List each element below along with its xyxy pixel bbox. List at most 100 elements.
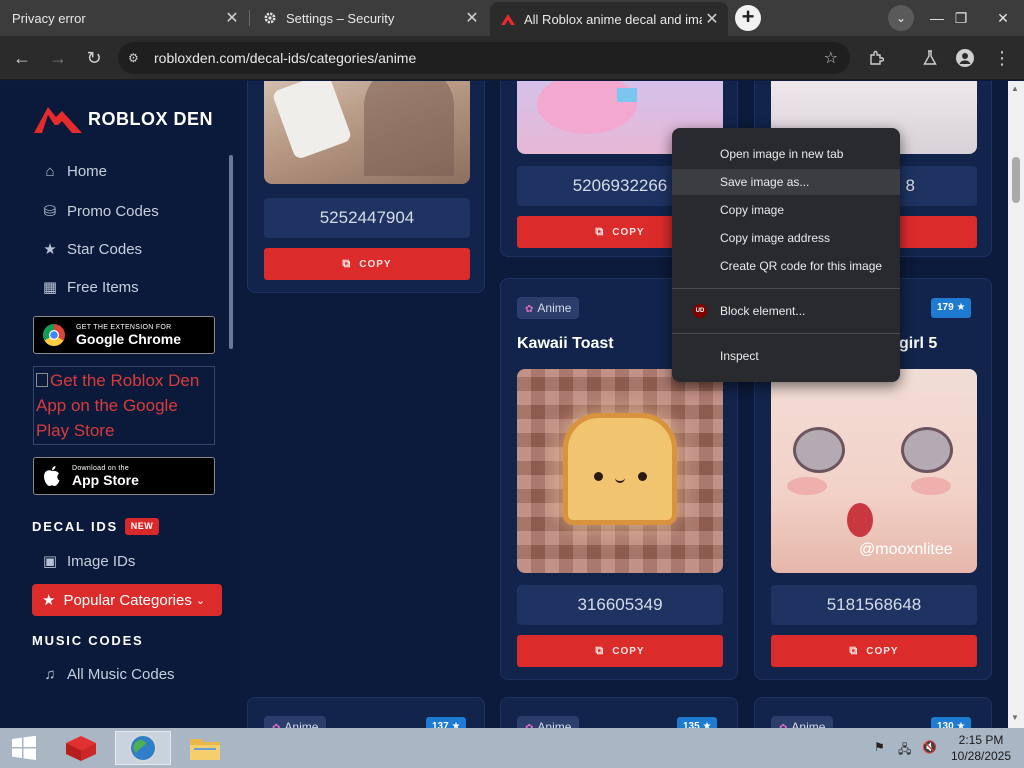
page-scrollbar[interactable]: ▲ ▼ bbox=[1008, 81, 1024, 728]
profile-avatar-icon[interactable] bbox=[951, 44, 979, 72]
copy-button[interactable]: ⧉ COPY bbox=[264, 248, 470, 280]
sidebar-scrollbar[interactable] bbox=[229, 155, 233, 349]
toast-shape bbox=[563, 413, 677, 525]
decal-id[interactable]: 316605349 bbox=[517, 585, 723, 625]
taskbar-app-roblox-studio[interactable] bbox=[58, 731, 104, 765]
taskbar-app-file-explorer[interactable] bbox=[182, 731, 228, 765]
menu-inspect[interactable]: Inspect bbox=[672, 343, 900, 369]
nav-label: Image IDs bbox=[67, 552, 136, 570]
app-store-badge[interactable]: Download on the App Store bbox=[33, 457, 215, 495]
reload-button[interactable]: ↻ bbox=[80, 44, 108, 72]
decal-title[interactable]: Kawaii Toast bbox=[517, 335, 614, 353]
browser-toolbar: ← → ↻ ⚙ robloxden.com/decal-ids/categori… bbox=[0, 36, 1024, 80]
tab-search-button[interactable]: ⌄ bbox=[888, 5, 914, 31]
broken-image-icon bbox=[36, 373, 48, 387]
google-play-badge-alt[interactable]: Get the Roblox Den App on the Google Pla… bbox=[33, 366, 215, 445]
menu-copy-image[interactable]: Copy image bbox=[672, 197, 900, 223]
volume-muted-icon[interactable]: 🔇 bbox=[922, 740, 937, 754]
forward-button[interactable]: → bbox=[44, 44, 72, 72]
labs-flask-icon[interactable] bbox=[916, 44, 944, 72]
category-tag[interactable]: ✿Anime bbox=[264, 716, 327, 728]
copy-button[interactable]: ⧉ COPY bbox=[771, 635, 977, 667]
likes-count-badge[interactable]: 130 ★ bbox=[931, 717, 972, 728]
music-note-icon: ♫ bbox=[44, 666, 56, 683]
gear-icon bbox=[262, 10, 278, 26]
network-icon[interactable]: 🖧 bbox=[898, 740, 911, 761]
decal-card: ✿Anime 130 ★ bbox=[754, 697, 992, 728]
site-logo[interactable]: ROBLOX DEN bbox=[32, 103, 213, 135]
menu-copy-image-address[interactable]: Copy image address bbox=[672, 225, 900, 251]
nav-star-codes[interactable]: ★ Star Codes bbox=[40, 240, 142, 259]
home-icon: ⌂ bbox=[45, 163, 55, 180]
menu-create-qr-code[interactable]: Create QR code for this image bbox=[672, 253, 900, 279]
tab-privacy-error[interactable]: Privacy error ✕ bbox=[0, 0, 248, 36]
copy-icon: ⧉ bbox=[342, 257, 352, 270]
decal-card: ✿Anime 137 ★ bbox=[247, 697, 485, 728]
decal-image[interactable] bbox=[517, 369, 723, 573]
image-icon: ▣ bbox=[42, 553, 58, 570]
chevron-down-icon: ⌄ bbox=[195, 594, 206, 607]
chrome-logo-icon bbox=[43, 324, 65, 346]
popular-label: Popular Categories bbox=[63, 591, 192, 609]
start-button[interactable] bbox=[0, 731, 48, 765]
copy-icon: ⧉ bbox=[595, 225, 605, 238]
system-clock[interactable]: 2:15 PM 10/28/2025 bbox=[946, 732, 1016, 764]
tag-label: Anime bbox=[537, 301, 572, 315]
close-window-button[interactable]: ✕ bbox=[986, 0, 1020, 36]
site-info-icon[interactable]: ⚙ bbox=[128, 51, 150, 65]
url-text: robloxden.com/decal-ids/categories/anime bbox=[154, 50, 417, 66]
menu-open-image-new-tab[interactable]: Open image in new tab bbox=[672, 141, 900, 167]
category-tag[interactable]: ✿Anime bbox=[517, 716, 580, 728]
category-tag[interactable]: ✿Anime bbox=[771, 716, 834, 728]
close-icon[interactable]: ✕ bbox=[222, 8, 242, 28]
decal-image[interactable] bbox=[264, 81, 470, 184]
sidebar: ROBLOX DEN ⌂ Home ⛁ Promo Codes ★ Star C… bbox=[0, 81, 240, 728]
tab-settings-security[interactable]: Settings – Security ✕ bbox=[250, 0, 488, 36]
nav-image-ids[interactable]: ▣ Image IDs bbox=[40, 552, 136, 571]
nav-home[interactable]: ⌂ Home bbox=[40, 163, 107, 180]
menu-block-element[interactable]: Block element... bbox=[672, 298, 900, 324]
bookmark-star-icon[interactable]: ☆ bbox=[824, 48, 838, 68]
extensions-icon[interactable] bbox=[862, 44, 890, 72]
address-bar[interactable]: ⚙ robloxden.com/decal-ids/categories/ani… bbox=[118, 42, 850, 74]
decal-title[interactable]: girl 5 bbox=[899, 335, 937, 353]
action-center-flag-icon[interactable]: ⚑ bbox=[874, 740, 885, 754]
tag-label: Anime bbox=[791, 720, 826, 728]
category-tag[interactable]: ✿Anime bbox=[517, 297, 580, 319]
likes-count-badge[interactable]: 137 ★ bbox=[426, 717, 467, 728]
decal-image[interactable]: @mooxnlitee bbox=[771, 369, 977, 573]
tag-label: Anime bbox=[284, 720, 319, 728]
popular-categories-button[interactable]: ★ Popular Categories ⌄ bbox=[32, 584, 222, 616]
decal-card: 5252447904 ⧉ COPY bbox=[247, 81, 485, 293]
star-icon: ★ bbox=[956, 302, 966, 313]
scroll-thumb[interactable] bbox=[1012, 157, 1020, 203]
decal-id[interactable]: 5181568648 bbox=[771, 585, 977, 625]
close-icon[interactable]: ✕ bbox=[462, 8, 482, 28]
nav-all-music-codes[interactable]: ♫ All Music Codes bbox=[40, 666, 175, 683]
menu-separator bbox=[672, 333, 900, 334]
scroll-up-arrow-icon[interactable]: ▲ bbox=[1011, 84, 1019, 93]
nav-promo-codes[interactable]: ⛁ Promo Codes bbox=[40, 202, 159, 221]
new-tab-button[interactable]: + bbox=[735, 5, 761, 31]
menu-kebab-icon[interactable]: ⋮ bbox=[988, 44, 1016, 72]
tab-title: All Roblox anime decal and image bbox=[524, 11, 702, 27]
likes-count-badge[interactable]: 179 ★ bbox=[931, 298, 972, 318]
bow-shape bbox=[617, 88, 637, 102]
back-button[interactable]: ← bbox=[8, 44, 36, 72]
tab-roblox-anime[interactable]: All Roblox anime decal and image ✕ bbox=[490, 2, 728, 36]
menu-save-image-as[interactable]: Save image as... bbox=[672, 169, 900, 195]
taskbar-app-browser[interactable] bbox=[115, 731, 171, 765]
scroll-down-arrow-icon[interactable]: ▼ bbox=[1011, 713, 1019, 722]
copy-button[interactable]: ⧉ COPY bbox=[517, 635, 723, 667]
close-icon[interactable]: ✕ bbox=[702, 9, 722, 29]
likes-count-badge[interactable]: 135 ★ bbox=[677, 717, 718, 728]
nav-free-items[interactable]: ▦ Free Items bbox=[40, 278, 139, 297]
decal-ids-heading: DECAL IDS bbox=[32, 519, 119, 534]
apple-logo-icon bbox=[44, 466, 60, 486]
chrome-extension-badge[interactable]: GET THE EXTENSION FOR Google Chrome bbox=[33, 316, 215, 354]
anime-eye bbox=[901, 427, 953, 473]
restore-button[interactable]: ❐ bbox=[944, 0, 978, 36]
decal-id[interactable]: 5252447904 bbox=[264, 198, 470, 238]
star-icon: ★ bbox=[451, 721, 461, 728]
nav-label: All Music Codes bbox=[67, 666, 175, 683]
